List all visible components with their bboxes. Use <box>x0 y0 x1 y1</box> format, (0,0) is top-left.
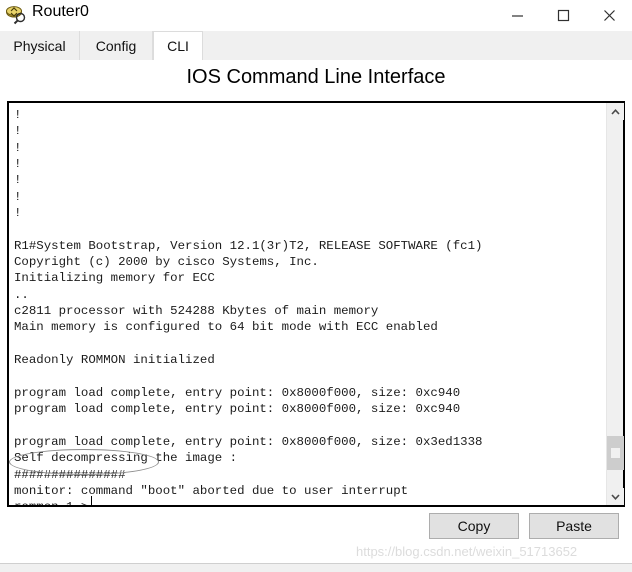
maximize-button[interactable] <box>540 0 586 30</box>
terminal-cursor <box>91 496 92 505</box>
scroll-down-button[interactable] <box>607 488 624 505</box>
close-icon <box>603 9 615 21</box>
page-title: IOS Command Line Interface <box>186 66 446 88</box>
terminal-scrollbar[interactable] <box>606 103 624 505</box>
terminal-output-area[interactable]: ! ! ! ! ! ! ! R1#System Bootstrap, Versi… <box>9 103 606 505</box>
window-title: Router0 <box>32 3 89 20</box>
terminal-panel: ! ! ! ! ! ! ! R1#System Bootstrap, Versi… <box>7 101 625 507</box>
tab-cli[interactable]: CLI <box>153 31 203 60</box>
paste-button[interactable]: Paste <box>529 513 619 539</box>
chevron-up-icon <box>611 108 620 115</box>
scroll-up-button[interactable] <box>607 103 624 120</box>
minimize-button[interactable] <box>494 0 540 30</box>
close-button[interactable] <box>586 0 632 30</box>
minimize-icon <box>511 14 523 17</box>
router-icon <box>6 5 28 25</box>
tab-bar-filler <box>203 31 632 60</box>
tab-physical-label: Physical <box>13 37 66 54</box>
scrollbar-thumb-grip <box>611 448 620 458</box>
maximize-icon <box>557 9 569 21</box>
terminal-text: ! ! ! ! ! ! ! R1#System Bootstrap, Versi… <box>14 108 483 505</box>
chevron-down-icon <box>611 493 620 500</box>
tab-config[interactable]: Config <box>80 31 153 60</box>
bottom-cutoff-strip <box>0 563 632 572</box>
tab-config-label: Config <box>95 37 137 54</box>
window-controls <box>494 0 632 30</box>
paste-button-label: Paste <box>556 518 592 534</box>
tab-bar: Physical Config CLI <box>0 31 632 60</box>
tab-cli-label: CLI <box>167 38 189 54</box>
scrollbar-thumb[interactable] <box>607 436 624 470</box>
window-title-bar: Router0 <box>0 0 632 30</box>
tab-physical[interactable]: Physical <box>0 31 80 60</box>
router-cli-window: Router0 Physical Config CLI IOS Command … <box>0 0 632 572</box>
copy-button-label: Copy <box>457 518 491 534</box>
copy-button[interactable]: Copy <box>429 513 519 539</box>
watermark: https://blog.csdn.net/weixin_51713652 <box>356 544 578 559</box>
